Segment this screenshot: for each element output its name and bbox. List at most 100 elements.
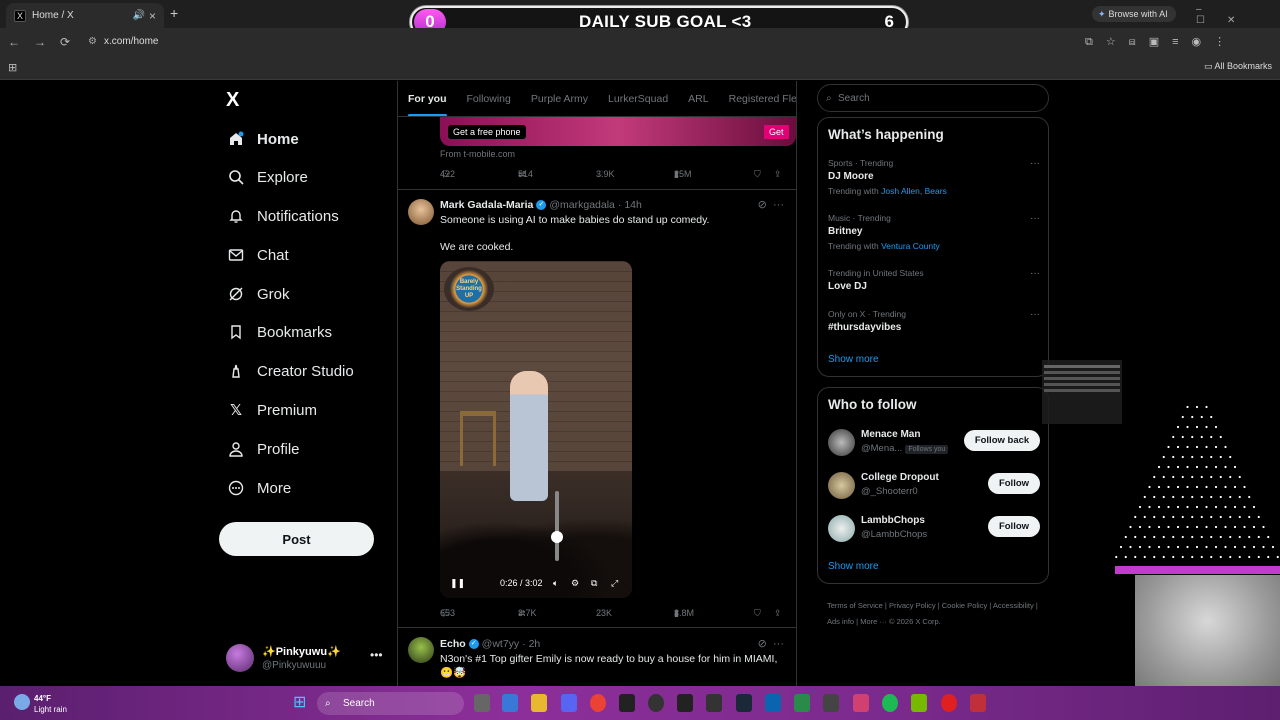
nvidia-icon[interactable] [911,694,927,712]
toolbar-icons[interactable]: ⧉☆⧈▣≡◉⋮ [1085,35,1238,49]
sidebar-item-profile[interactable]: Profile [228,434,300,464]
sidebar-item-home[interactable]: Home [228,124,299,154]
ad-media[interactable]: Get a free phone Get [440,117,796,146]
pip-icon[interactable]: ⧉ [591,578,597,589]
grok-icon[interactable]: ⊘ [758,638,767,650]
spotify-icon[interactable] [882,694,898,712]
avatar[interactable] [828,472,855,499]
follow-suggestion[interactable]: College Dropout @_Shooterr0 Follow [828,472,1040,502]
fullscreen-icon[interactable]: ⤢ [611,578,618,589]
app-icon[interactable] [619,694,635,712]
show-more-link[interactable]: Show more [828,561,879,572]
outlook-icon[interactable] [765,694,781,712]
sidebar-item-bookmarks[interactable]: Bookmarks [228,317,332,347]
trend-with-link[interactable]: Josh Allen, Bears [881,186,947,196]
more-dots-icon[interactable]: ··· [1030,268,1040,279]
steam-icon[interactable] [736,694,752,712]
sidebar-item-notifications[interactable]: Notifications [228,201,339,231]
more-dots-icon[interactable]: ··· [1030,158,1040,169]
app-icon[interactable] [823,694,839,712]
trend-item[interactable]: Sports · Trending DJ Moore Trending with… [828,158,1040,196]
tab-lurkersquad[interactable]: LurkerSquad [608,93,668,105]
app-icon[interactable] [794,694,810,712]
more-dots-icon[interactable]: ••• [370,648,383,662]
browser-tab[interactable]: X Home / X 🔊 × [6,3,164,28]
follow-back-button[interactable]: Follow back [964,430,1040,451]
bookmark-icon[interactable]: ⛉ [754,608,761,619]
volume-slider[interactable] [551,491,563,561]
follow-suggestion[interactable]: Menace Man @Mena... Follows you Follow ba… [828,429,1040,459]
app-icon[interactable] [970,694,986,712]
tab-registered[interactable]: Registered Fle [729,93,796,105]
trend-item[interactable]: Music · Trending Britney Trending with V… [828,213,1040,251]
ad-source[interactable]: From t-mobile.com [440,149,515,159]
x-logo[interactable]: X [226,89,239,112]
apps-grid-icon[interactable]: ⊞ [8,61,17,74]
post-button[interactable]: Post [219,522,374,556]
search-input[interactable]: ⌕ Search [817,84,1049,112]
copilot-icon[interactable] [502,694,518,712]
post-menu[interactable]: ⊘ ··· [758,637,784,650]
app-icon[interactable] [706,694,722,712]
follow-button[interactable]: Follow [988,516,1040,537]
task-view-icon[interactable] [474,694,490,712]
more-dots-icon[interactable]: ··· [1030,213,1040,224]
tab-following[interactable]: Following [467,93,511,105]
post-author[interactable]: Echo ✓ @wt7yy · 2h [440,638,540,650]
new-tab-button[interactable]: + [170,5,178,21]
pause-icon[interactable]: ❚❚ [450,578,465,589]
chrome-icon[interactable] [590,694,606,712]
app-icon[interactable] [677,694,693,712]
sidebar-item-premium[interactable]: 𝕏 Premium [228,395,317,425]
post-author[interactable]: Mark Gadala-Maria ✓ @markgadala · 14h [440,199,642,211]
browse-ai-button[interactable]: ✦ Browse with AI [1092,6,1176,22]
taskbar-search[interactable]: ⌕ Search [317,692,464,715]
sidebar-item-more[interactable]: More [228,473,291,503]
app-icon[interactable] [853,694,869,712]
ad-cta[interactable]: Get a free phone [448,125,526,139]
follow-button[interactable]: Follow [988,473,1040,494]
trend-item[interactable]: Only on X · Trending #thursdayvibes ··· [828,309,1040,333]
sidebar-item-explore[interactable]: Explore [228,162,308,192]
grok-icon[interactable]: ⊘ [758,199,767,211]
show-more-link[interactable]: Show more [828,354,879,365]
site-info-icon[interactable]: ⚙ [88,32,97,52]
avatar[interactable] [828,429,855,456]
avatar[interactable] [408,637,434,663]
more-dots-icon[interactable]: ··· [773,638,784,650]
more-dots-icon[interactable]: ··· [1030,309,1040,320]
more-dots-icon[interactable]: ··· [773,199,784,211]
video-player[interactable]: Barely Standing UP ❚❚ 0:26 / 3:02 🔈︎ ⚙ ⧉… [440,261,632,598]
app-icon[interactable] [941,694,957,712]
sidebar-item-grok[interactable]: Grok [228,279,290,309]
volume-icon[interactable]: 🔈︎ [553,578,558,589]
avatar[interactable] [828,515,855,542]
footer-links[interactable]: Terms of Service | Privacy Policy | Cook… [827,598,1042,630]
nav-buttons[interactable]: ←→⟳ [8,35,84,49]
tab-for-you[interactable]: For you [408,93,447,116]
trend-item[interactable]: Trending in United States Love DJ ··· [828,268,1040,292]
account-switcher[interactable]: ✨Pinkyuwu✨ @Pinkyuwuuu ••• [226,642,386,674]
follow-suggestion[interactable]: LambbChops @LambbChops Follow [828,515,1040,545]
url-field[interactable]: ⚙ x.com/home [80,32,1130,52]
sidebar-item-creator-studio[interactable]: Creator Studio [228,356,354,386]
bookmark-icon[interactable]: ⛉ [754,169,761,180]
obs-icon[interactable] [648,694,664,712]
speaker-icon[interactable]: 🔊 [133,10,145,21]
share-icon[interactable]: ⇪ [774,608,782,619]
windows-start-icon[interactable]: ⊞ [293,695,309,711]
trend-with-link[interactable]: Ventura County [881,241,940,251]
tab-arl[interactable]: ARL [688,93,708,105]
share-icon[interactable]: ⇪ [774,169,782,180]
sidebar-item-chat[interactable]: Chat [228,240,289,270]
file-explorer-icon[interactable] [531,694,547,712]
discord-icon[interactable] [561,694,577,712]
avatar[interactable] [408,199,434,225]
post-menu[interactable]: ⊘ ··· [758,198,784,211]
all-bookmarks[interactable]: ▭ All Bookmarks [1204,61,1272,72]
close-tab-icon[interactable]: × [149,9,156,23]
window-controls[interactable]: –☐✕ [1196,4,1280,26]
tab-purple-army[interactable]: Purple Army [531,93,588,105]
settings-icon[interactable]: ⚙ [571,578,579,589]
ad-cta-2[interactable]: Get [764,125,789,139]
